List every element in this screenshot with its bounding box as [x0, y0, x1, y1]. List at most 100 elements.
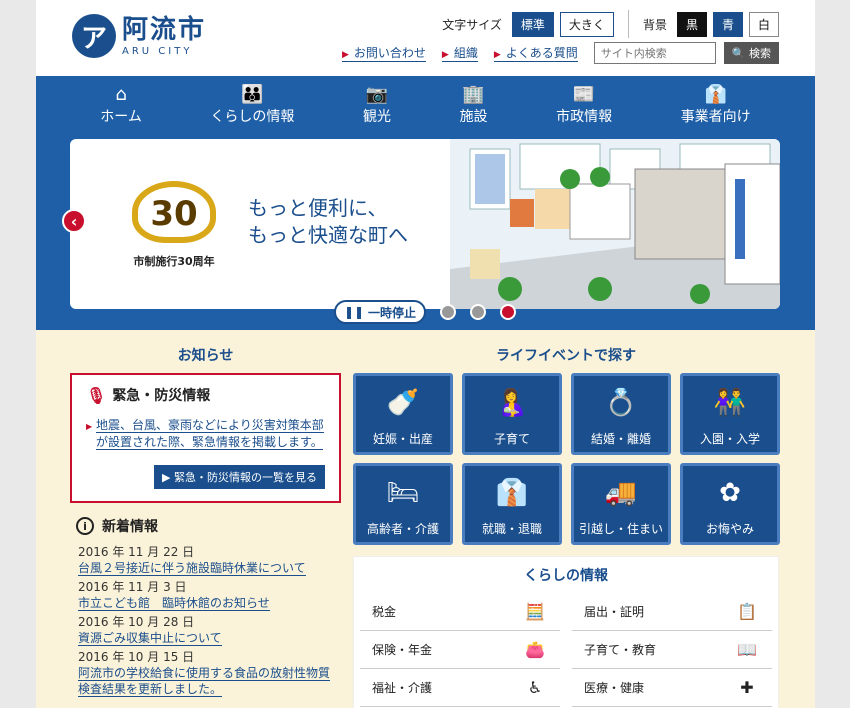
- badge-caption: 市制施行30周年: [133, 255, 215, 268]
- wheelchair-icon: ♿: [527, 678, 543, 697]
- site-name: 阿流市: [122, 14, 207, 45]
- family-icon: 👪: [241, 84, 264, 105]
- chrysanthemum-icon: ✿: [719, 478, 741, 508]
- header-links: お問い合わせ 組織 よくある質問 🔍 検索: [341, 42, 779, 64]
- elderly-care-icon: 🛏: [386, 478, 420, 508]
- news-link[interactable]: 台風２号接近に伴う施設臨時休業について: [78, 561, 306, 576]
- nav-business[interactable]: 👔 事業者向け: [681, 84, 751, 132]
- faq-link[interactable]: よくある質問: [493, 44, 578, 62]
- search-input[interactable]: [593, 42, 716, 64]
- list-item: 2016 年 10 月 28 日資源ごみ収集中止について: [78, 615, 222, 646]
- search-icon: 🔍: [731, 47, 746, 60]
- certificate-icon: 📋: [737, 602, 757, 621]
- background-label: 背景: [642, 17, 667, 32]
- chevron-left-icon: ‹: [70, 211, 78, 231]
- life-event-condolence[interactable]: ✿ お悔やみ: [680, 463, 780, 545]
- life-event-moving[interactable]: 🚚 引越し・住まい: [571, 463, 671, 545]
- newspaper-icon: 📰: [572, 84, 596, 105]
- background-blue-button[interactable]: 青: [712, 11, 743, 37]
- list-item: 2016 年 10 月 15 日阿流市の学校給食に使用する食品の放射性物質検査結…: [78, 650, 331, 697]
- microphone-icon: 🎙: [86, 385, 107, 405]
- life-event-employment[interactable]: 👔 就職・退職: [462, 463, 562, 545]
- wallet-icon: 👛: [525, 640, 545, 659]
- page: ア 阿流市 ARU CITY 文字サイズ 標準 大きく 背景 黒 青 白 お問い…: [36, 0, 815, 708]
- nav-living[interactable]: 👪 くらしの情報: [210, 84, 294, 132]
- home-icon: ⌂: [115, 84, 127, 105]
- life-event-parenting[interactable]: 🤱 子育て: [462, 373, 562, 455]
- book-icon: 📖: [737, 640, 757, 659]
- hero-slide: 30 市制施行30周年 もっと便利に、 もっと快適な町へ: [70, 139, 780, 309]
- pause-icon: ❚❚: [343, 305, 365, 319]
- nav-home[interactable]: ⌂ ホーム: [100, 84, 142, 132]
- font-size-large-button[interactable]: 大きく: [559, 11, 614, 37]
- medical-kit-icon: ✚: [740, 678, 754, 697]
- life-events-title: ライフイベントで探す: [496, 348, 636, 364]
- emergency-list-button[interactable]: ▶ 緊急・防災情報の一覧を見る: [154, 465, 325, 489]
- news-link[interactable]: 市立こども館 臨時休館のお知らせ: [78, 596, 270, 611]
- life-event-marriage[interactable]: 💍 結婚・離婚: [571, 373, 671, 455]
- background-white-button[interactable]: 白: [748, 11, 779, 37]
- site-subtitle: ARU CITY: [122, 45, 193, 57]
- news-link[interactable]: 資源ごみ収集中止について: [78, 631, 222, 646]
- camera-icon: 📷: [365, 84, 389, 105]
- carousel-dot[interactable]: [470, 304, 486, 320]
- city-emblem-icon: ア: [72, 14, 116, 58]
- carousel-dots: [440, 304, 516, 320]
- site-search: 🔍 検索: [593, 42, 779, 64]
- site-logo[interactable]: ア 阿流市 ARU CITY: [72, 14, 206, 58]
- children-icon: 👫: [713, 388, 747, 418]
- city-illustration: [450, 139, 780, 309]
- nav-city-info[interactable]: 📰 市政情報: [556, 84, 612, 132]
- carousel-dot[interactable]: [440, 304, 456, 320]
- baby-bottle-icon: 🍼: [386, 388, 420, 418]
- news-link[interactable]: 阿流市の学校給食に使用する食品の放射性物質検査結果を更新しました。: [78, 666, 331, 697]
- hero-tagline: もっと便利に、 もっと快適な町へ: [248, 196, 408, 247]
- necktie-icon: 👔: [495, 478, 529, 508]
- parenting-icon: 🤱: [495, 388, 529, 418]
- nav-facilities[interactable]: 🏢 施設: [460, 84, 488, 132]
- background-black-button[interactable]: 黒: [676, 11, 707, 37]
- living-info-box: くらしの情報 税金 🧮 届出・証明 📋 保険・年金 👛 子育て・教育 📖 福祉・介護 ♿ …: [353, 556, 779, 708]
- living-info-title: くらしの情報: [524, 568, 608, 584]
- carousel-pause-button[interactable]: ❚❚ 一時停止: [334, 300, 426, 324]
- laurel-icon: 30: [124, 179, 224, 249]
- new-info-heading: i 新着情報: [76, 516, 158, 536]
- calculator-icon: 🧮: [525, 602, 545, 621]
- living-item-certificates[interactable]: 届出・証明 📋: [572, 593, 772, 631]
- content-area: お知らせ ライフイベントで探す 🎙 緊急・防災情報 地震、台風、豪雨などにより災害…: [36, 330, 815, 708]
- info-icon: i: [76, 517, 94, 535]
- living-item-tax[interactable]: 税金 🧮: [360, 593, 560, 631]
- news-list: 2016 年 11 月 22 日台風２号接近に伴う施設臨時休業について 2016…: [78, 544, 333, 700]
- emergency-box: 🎙 緊急・防災情報 地震、台風、豪雨などにより災害対策本部が設置された際、緊急情報…: [70, 373, 341, 503]
- organization-link[interactable]: 組織: [441, 44, 478, 62]
- font-size-label: 文字サイズ: [442, 17, 502, 32]
- global-nav: ⌂ ホーム 👪 くらしの情報 📷 観光 🏢 施設 📰 市政情報 👔 事業者向け: [36, 76, 815, 132]
- carousel-dot-active[interactable]: [500, 304, 516, 320]
- anniversary-badge: 30 市制施行30周年: [124, 179, 224, 269]
- building-icon: 🏢: [462, 84, 485, 105]
- life-events-grid: 🍼 妊娠・出産 🤱 子育て 💍 結婚・離婚 👫 入園・入学 🛏 高齢者・介護 👔 就職・退職…: [353, 373, 780, 545]
- carousel-prev-button[interactable]: ‹: [62, 209, 86, 233]
- search-button[interactable]: 🔍 検索: [723, 42, 779, 64]
- news-section-title: お知らせ: [177, 348, 234, 364]
- divider: [627, 10, 629, 38]
- life-event-elderly-care[interactable]: 🛏 高齢者・介護: [353, 463, 453, 545]
- life-event-pregnancy[interactable]: 🍼 妊娠・出産: [353, 373, 453, 455]
- living-item-insurance[interactable]: 保険・年金 👛: [360, 631, 560, 669]
- ring-icon: 💍: [604, 388, 638, 418]
- living-item-medical[interactable]: 医療・健康 ✚: [572, 669, 772, 707]
- emergency-body[interactable]: 地震、台風、豪雨などにより災害対策本部が設置された際、緊急情報を掲載します。: [86, 417, 325, 451]
- life-event-school[interactable]: 👫 入園・入学: [680, 373, 780, 455]
- living-item-education[interactable]: 子育て・教育 📖: [572, 631, 772, 669]
- presenter-icon: 👔: [704, 84, 727, 105]
- list-item: 2016 年 11 月 22 日台風２号接近に伴う施設臨時休業について: [78, 545, 306, 576]
- font-size-normal-button[interactable]: 標準: [511, 11, 554, 37]
- nav-tourism[interactable]: 📷 観光: [363, 84, 391, 132]
- list-item: 2016 年 11 月 3 日市立こども館 臨時休館のお知らせ: [78, 580, 270, 611]
- living-item-welfare[interactable]: 福祉・介護 ♿: [360, 669, 560, 707]
- emergency-title: 緊急・防災情報: [112, 388, 211, 404]
- moving-truck-icon: 🚚: [604, 478, 638, 508]
- contact-link[interactable]: お問い合わせ: [341, 44, 426, 62]
- hero-band: ⌂ ホーム 👪 くらしの情報 📷 観光 🏢 施設 📰 市政情報 👔 事業者向け 30 市制施…: [36, 76, 815, 330]
- accessibility-tools: 文字サイズ 標準 大きく 背景 黒 青 白: [442, 10, 779, 38]
